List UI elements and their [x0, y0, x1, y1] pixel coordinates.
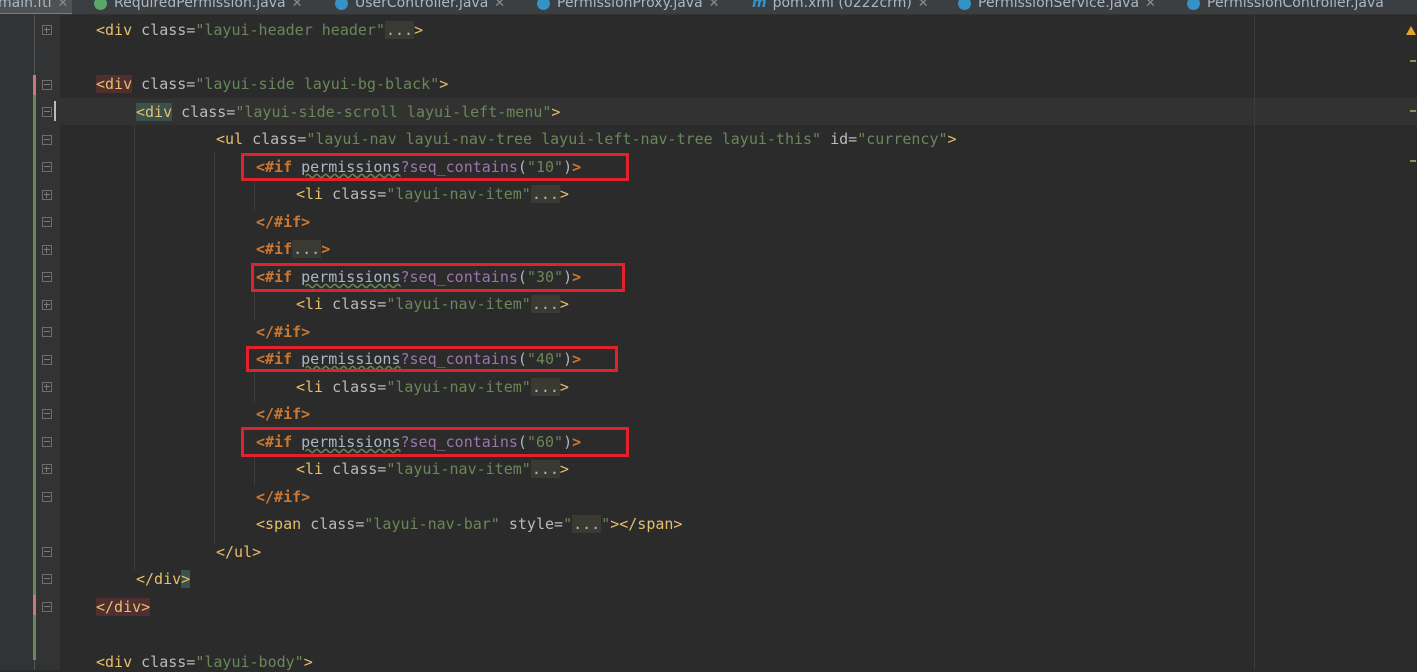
class-icon — [335, 0, 348, 10]
fold-collapse-icon[interactable] — [42, 327, 52, 337]
class-icon — [958, 0, 971, 10]
code-line: </div> — [136, 570, 191, 588]
tab-label: main.ftl — [0, 0, 52, 11]
code-editor[interactable]: <div class="layui-header header"...> <di… — [54, 15, 1417, 671]
fold-collapse-icon[interactable] — [42, 492, 52, 502]
close-icon[interactable]: ✕ — [58, 0, 69, 11]
close-icon[interactable]: ✕ — [1145, 0, 1156, 11]
annotation-class-icon — [94, 0, 107, 10]
annotation-highlight-box — [251, 263, 625, 292]
class-icon — [1187, 0, 1200, 10]
fold-expand-icon[interactable] — [42, 382, 52, 392]
code-line: </ul> — [216, 543, 262, 561]
close-icon[interactable]: ✕ — [292, 0, 303, 11]
scroll-marker — [1410, 60, 1416, 62]
fold-collapse-icon[interactable] — [42, 80, 52, 90]
tab-pom-xml[interactable]: m pom.xml (0222crm) ✕ — [752, 0, 929, 13]
folded-region[interactable]: ... — [530, 378, 560, 396]
change-marker — [33, 75, 36, 95]
fold-collapse-icon[interactable] — [42, 217, 52, 227]
scroll-marker — [1410, 160, 1416, 162]
tab-label: RequiredPermission.java — [114, 0, 286, 11]
scroll-marker — [1410, 110, 1416, 112]
change-marker — [33, 615, 36, 660]
fold-collapse-icon[interactable] — [42, 409, 52, 419]
folded-region[interactable]: ... — [530, 185, 560, 203]
annotation-highlight-box — [241, 427, 629, 457]
tab-permission-proxy[interactable]: PermissionProxy.java ✕ — [537, 0, 720, 13]
close-icon[interactable]: ✕ — [709, 0, 720, 11]
code-line: <div class="layui-side-scroll layui-left… — [136, 103, 561, 121]
code-line: <div class="layui-side layui-bg-black"> — [96, 75, 449, 93]
tab-label: PermissionProxy.java — [557, 0, 703, 11]
warning-icon[interactable] — [1406, 26, 1416, 35]
fold-expand-icon[interactable] — [42, 300, 52, 310]
change-marker — [33, 595, 36, 615]
fold-collapse-icon[interactable] — [42, 574, 52, 584]
code-line: </#if> — [256, 323, 311, 341]
folded-region[interactable]: ... — [385, 21, 415, 39]
fold-expand-icon[interactable] — [42, 464, 52, 474]
class-icon — [537, 0, 550, 10]
tab-user-controller[interactable]: UserController.java ✕ — [335, 0, 505, 13]
annotation-highlight-box — [241, 153, 629, 181]
maven-icon: m — [752, 0, 767, 11]
code-line: </#if> — [256, 405, 311, 423]
fold-collapse-icon[interactable] — [42, 437, 52, 447]
tab-permission-controller[interactable]: PermissionController.java — [1187, 0, 1384, 13]
code-line: <span class="layui-nav-bar" style="...">… — [256, 515, 683, 533]
code-line: <li class="layui-nav-item"...> — [296, 295, 569, 313]
code-line: </#if> — [256, 213, 311, 231]
code-line: <#if...> — [256, 240, 331, 258]
fold-collapse-icon[interactable] — [42, 135, 52, 145]
tab-label: pom.xml (0222crm) — [772, 0, 912, 11]
folded-region[interactable]: ... — [530, 460, 560, 478]
tab-required-permission[interactable]: RequiredPermission.java ✕ — [94, 0, 303, 13]
fold-expand-icon[interactable] — [42, 25, 52, 35]
fold-collapse-icon[interactable] — [42, 355, 52, 365]
vertical-scrollbar[interactable] — [1409, 40, 1417, 670]
text-caret — [54, 101, 56, 121]
close-icon[interactable]: ✕ — [494, 0, 505, 11]
folded-region[interactable]: ... — [530, 295, 560, 313]
change-marker — [33, 95, 36, 595]
tab-main-ftl[interactable]: main.ftl ✕ — [0, 0, 73, 14]
code-line: <li class="layui-nav-item"...> — [296, 378, 569, 396]
code-line: <div class="layui-header header"...> — [96, 21, 424, 39]
close-icon[interactable]: ✕ — [918, 0, 929, 11]
fold-collapse-icon[interactable] — [42, 162, 52, 172]
code-line: <li class="layui-nav-item"...> — [296, 185, 569, 203]
folded-region[interactable]: ... — [572, 515, 602, 533]
folded-region[interactable]: ... — [292, 240, 322, 258]
fold-collapse-icon[interactable] — [42, 602, 52, 612]
code-line: </div> — [96, 598, 151, 616]
fold-collapse-icon[interactable] — [42, 547, 52, 557]
tab-label: PermissionController.java — [1207, 0, 1384, 11]
tab-label: UserController.java — [355, 0, 489, 11]
annotation-highlight-box — [246, 346, 618, 372]
fold-collapse-icon[interactable] — [42, 107, 52, 117]
code-line: <ul class="layui-nav layui-nav-tree layu… — [216, 130, 957, 148]
code-line: <div class="layui-body"> — [96, 653, 313, 671]
fold-expand-icon[interactable] — [42, 245, 52, 255]
fold-collapse-icon[interactable] — [42, 272, 52, 282]
fold-expand-icon[interactable] — [42, 190, 52, 200]
code-line: <li class="layui-nav-item"...> — [296, 460, 569, 478]
tab-label: PermissionService.java — [978, 0, 1140, 11]
code-line: </#if> — [256, 488, 311, 506]
editor-tab-bar: main.ftl ✕ RequiredPermission.java ✕ Use… — [0, 0, 1417, 15]
tab-permission-service[interactable]: PermissionService.java ✕ — [958, 0, 1156, 13]
